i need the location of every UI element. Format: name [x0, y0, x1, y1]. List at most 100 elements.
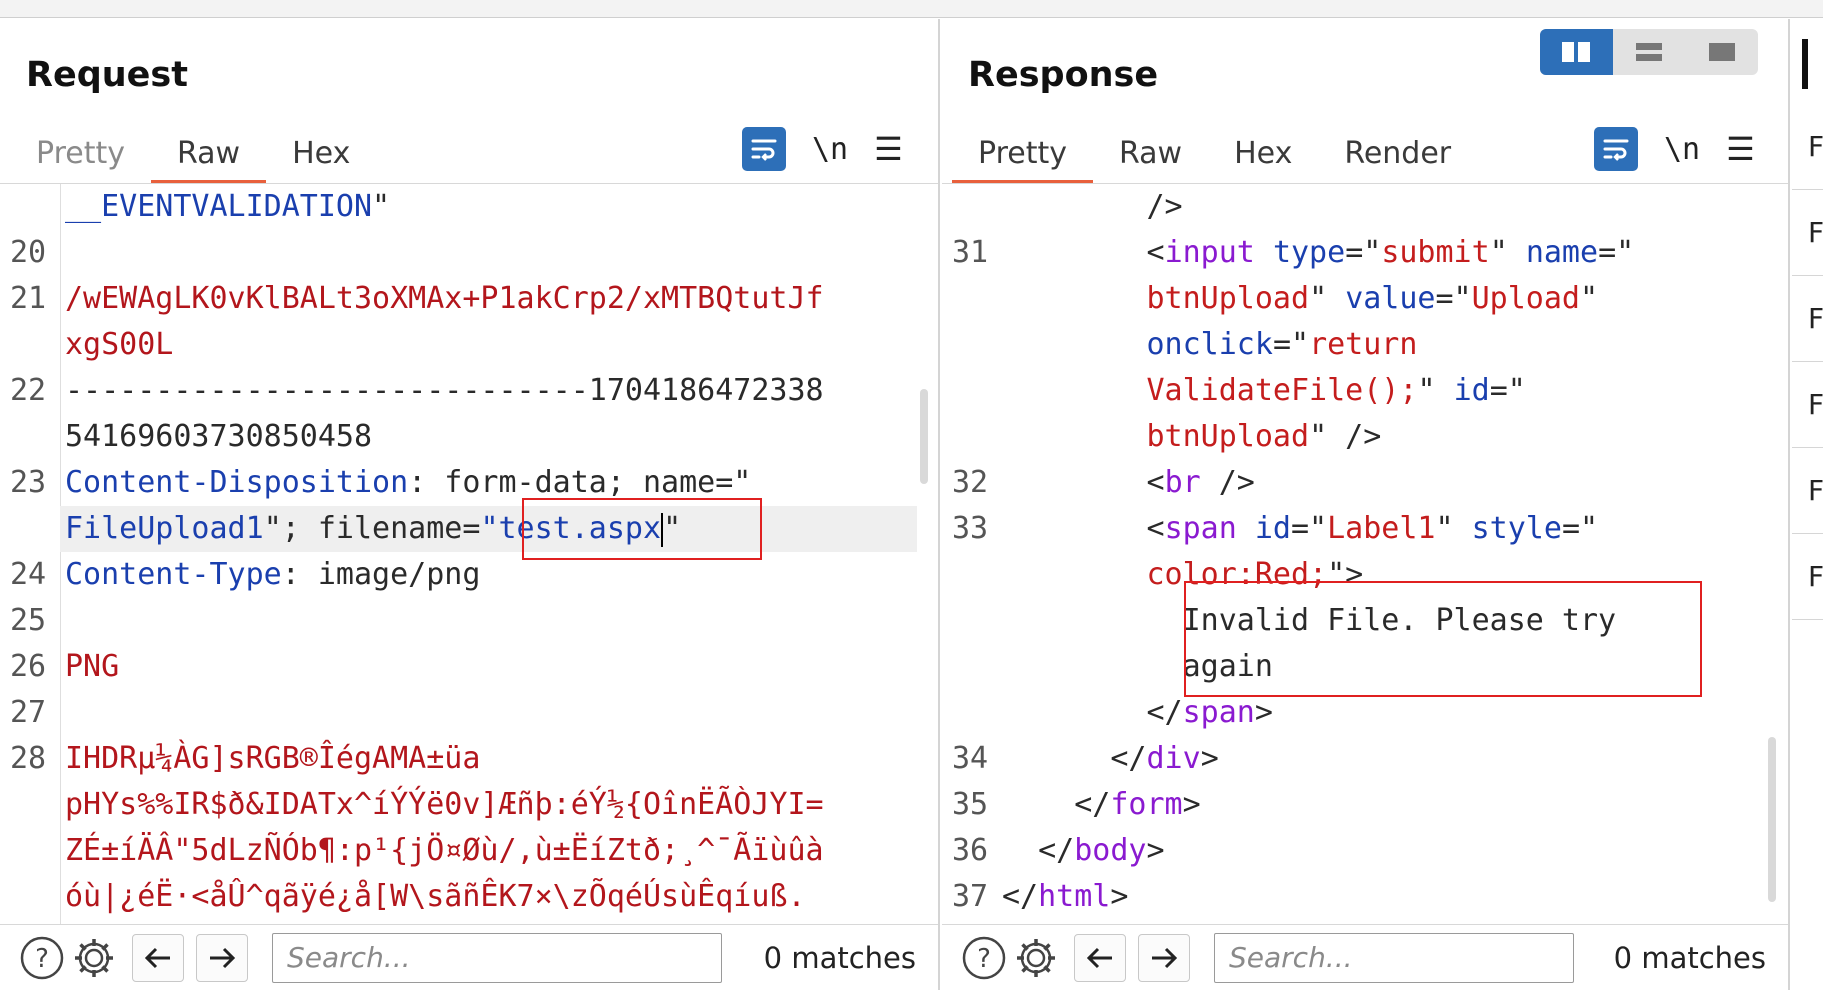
tab-response-hex[interactable]: Hex	[1208, 114, 1318, 184]
layout-side-by-side-button[interactable]	[1540, 29, 1613, 75]
response-editor-tools: \n ☰	[1594, 127, 1755, 171]
response-editor[interactable]: /> 31 <input type="submit" name=" btnUplo…	[942, 184, 1788, 924]
code-token: <	[1002, 235, 1165, 270]
code-token: </	[1002, 695, 1183, 730]
code-line[interactable]: 25	[0, 598, 938, 644]
request-editor[interactable]: __EVENTVALIDATION" 20 21/wEWAgLK0vKlBALt3o…	[0, 184, 938, 924]
code-token: div	[1146, 741, 1201, 776]
layout-single-button[interactable]	[1685, 29, 1758, 75]
previous-match-button[interactable]	[132, 933, 184, 982]
svg-text:?: ?	[977, 944, 991, 974]
line-code: </html>	[1002, 874, 1128, 920]
code-line[interactable]: __EVENTVALIDATION"	[0, 184, 938, 230]
code-token: -----------------------------17041864723…	[65, 373, 824, 408]
line-code: Content-Type: image/png	[65, 552, 480, 598]
code-line[interactable]: ZÉ±íÄÂ"5dLzÑÓb¶:p¹{jÖ¤Øù/,ù±ËíZtð;¸^¯Ãïù…	[0, 828, 938, 874]
code-token: " />	[1309, 419, 1382, 454]
code-line[interactable]: 54169603730850458	[0, 414, 938, 460]
line-number: 31	[952, 235, 989, 270]
side-panel-item[interactable]: F	[1792, 104, 1823, 190]
gear-icon[interactable]	[1010, 932, 1062, 984]
code-line[interactable]: 31 <input type="submit" name="	[942, 230, 1788, 276]
request-title: Request	[26, 55, 188, 95]
previous-match-button[interactable]	[1074, 933, 1126, 982]
side-panel-item[interactable]: F	[1792, 448, 1823, 534]
line-code: pHYs%%IR$ð&IDATx^íÝÝë0v]Æñþ:éÝ½{OînËÃÒJY…	[65, 782, 824, 828]
top-toolbar-strip	[0, 0, 1823, 18]
hamburger-menu-icon[interactable]: ☰	[874, 133, 903, 165]
code-line[interactable]: 32 <br />	[942, 460, 1788, 506]
code-line[interactable]: 22 -----------------------------170418647…	[0, 368, 938, 414]
code-line[interactable]: 20	[0, 230, 938, 276]
code-token: style	[1471, 511, 1562, 546]
code-line[interactable]: 21/wEWAgLK0vKlBALt3oXMAx+P1akCrp2/xMTBQt…	[0, 276, 938, 322]
next-match-button[interactable]	[1138, 933, 1190, 982]
request-editor-tools: \n ☰	[742, 127, 903, 171]
tab-request-raw[interactable]: Raw	[150, 114, 267, 184]
help-circle-icon[interactable]: ?	[958, 932, 1010, 984]
gear-icon[interactable]	[68, 932, 120, 984]
line-number: 25	[10, 603, 47, 638]
code-token: name	[1525, 235, 1599, 270]
line-code: />	[1002, 184, 1182, 230]
wrap-lines-icon[interactable]	[1594, 127, 1638, 171]
line-number: 20	[10, 235, 47, 270]
code-line[interactable]: 34 </div>	[942, 736, 1788, 782]
line-code: btnUpload" value="Upload"	[1002, 276, 1599, 322]
code-line[interactable]: btnUpload" value="Upload"	[942, 276, 1788, 322]
code-line[interactable]: pHYs%%IR$ð&IDATx^íÝÝë0v]Æñþ:éÝ½{OînËÃÒJY…	[0, 782, 938, 828]
response-search-input[interactable]	[1214, 932, 1574, 983]
code-line[interactable]: ValidateFile();" id="	[942, 368, 1788, 414]
side-panel-item[interactable]: F	[1792, 276, 1823, 362]
code-line[interactable]: xgS00L	[0, 322, 938, 368]
line-number: 28	[10, 741, 47, 776]
code-token: id	[1254, 511, 1291, 546]
help-circle-icon[interactable]: ?	[16, 932, 68, 984]
response-footer: ? 0 matches	[942, 924, 1788, 990]
code-token: IHDRµ¼ÀG]sRGB®ÎégAMA±üa	[65, 741, 481, 776]
request-scrollbar[interactable]	[920, 389, 928, 484]
code-token: form	[1110, 787, 1183, 822]
code-line[interactable]: 36 </body>	[942, 828, 1788, 874]
response-title: Response	[968, 55, 1159, 95]
wrap-lines-icon[interactable]	[742, 127, 786, 171]
tab-response-raw[interactable]: Raw	[1093, 114, 1208, 184]
side-panel-item[interactable]: F	[1792, 190, 1823, 276]
code-line[interactable]: 24 Content-Type: image/png	[0, 552, 938, 598]
code-token: ValidateFile();	[1146, 373, 1418, 408]
code-line[interactable]: btnUpload" />	[942, 414, 1788, 460]
show-newlines-button[interactable]: \n	[812, 132, 848, 167]
show-newlines-button[interactable]: \n	[1664, 132, 1700, 167]
code-line[interactable]: 37 </html>	[942, 874, 1788, 920]
side-panel-item[interactable]: F	[1792, 362, 1823, 448]
code-line[interactable]: 27	[0, 690, 938, 736]
code-token: >	[1146, 833, 1165, 868]
tab-response-render[interactable]: Render	[1318, 114, 1477, 184]
tab-request-hex[interactable]: Hex	[266, 114, 376, 184]
code-line[interactable]: 33 <span id="Label1" style="	[942, 506, 1788, 552]
response-scrollbar[interactable]	[1768, 737, 1776, 902]
line-number: 34	[952, 741, 989, 776]
code-line[interactable]: 26 PNG	[0, 644, 938, 690]
code-line[interactable]: />	[942, 184, 1788, 230]
code-token: ="	[1561, 511, 1599, 546]
layout-stacked-button[interactable]	[1613, 29, 1686, 75]
code-token: id	[1453, 373, 1490, 408]
code-token: "	[1309, 281, 1346, 316]
side-panel-item[interactable]: F	[1792, 534, 1823, 620]
tab-request-pretty[interactable]: Pretty	[10, 114, 151, 184]
code-line[interactable]: óù|¿éË·<åÛ^qãÿé¿å[W\sãñÊK7×\zÕqéÚsùÊqíuß…	[0, 874, 938, 920]
code-line[interactable]: 35 </form>	[942, 782, 1788, 828]
next-match-button[interactable]	[196, 933, 248, 982]
code-token: PNG	[65, 649, 120, 684]
code-line[interactable]: onclick="return	[942, 322, 1788, 368]
tab-response-pretty[interactable]: Pretty	[952, 114, 1093, 184]
hamburger-menu-icon[interactable]: ☰	[1726, 133, 1755, 165]
code-line[interactable]: FileUpload1"; filename="test.aspx"	[0, 506, 938, 552]
code-token: xgS00L	[65, 327, 174, 362]
code-line[interactable]: 23 Content-Disposition: form-data; name="	[0, 460, 938, 506]
line-code: </form>	[1002, 782, 1200, 828]
code-line[interactable]: 28 IHDRµ¼ÀG]sRGB®ÎégAMA±üa	[0, 736, 938, 782]
request-search-input[interactable]	[272, 932, 722, 983]
